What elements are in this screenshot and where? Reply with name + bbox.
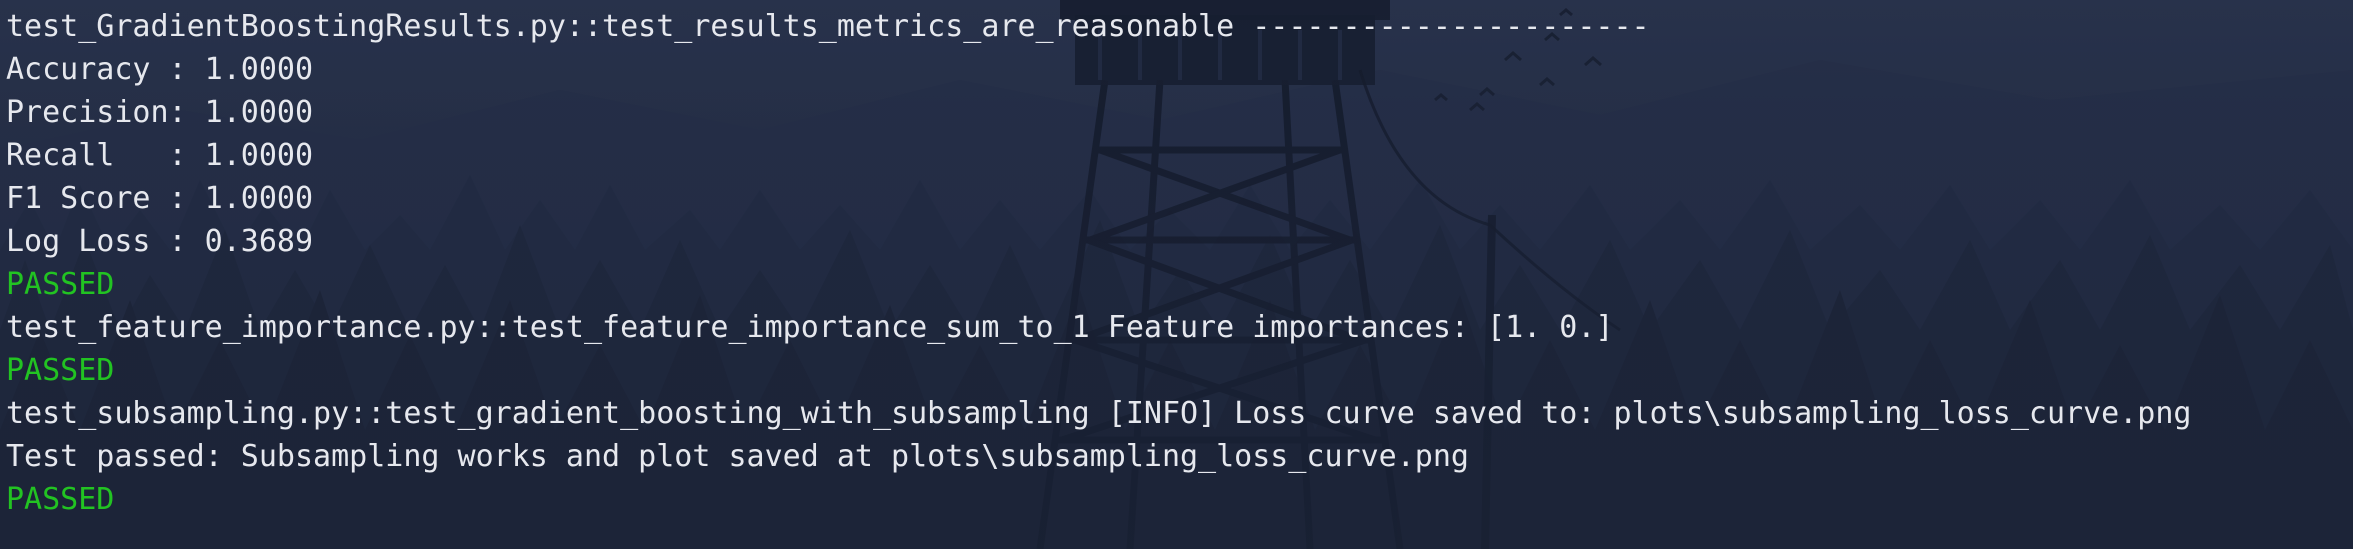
passed-status: PASSED <box>6 353 115 388</box>
terminal-line-subsampling-info: test_subsampling.py::test_gradient_boost… <box>6 396 2192 431</box>
terminal-line-accuracy: Accuracy : 1.0000 <box>6 52 314 87</box>
terminal-line-recall: Recall : 1.0000 <box>6 138 314 173</box>
terminal-line-precision: Precision: 1.0000 <box>6 95 314 130</box>
terminal-line-f1-score: F1 Score : 1.0000 <box>6 181 314 216</box>
terminal-line-subsampling-result: Test passed: Subsampling works and plot … <box>6 439 1469 474</box>
passed-status: PASSED <box>6 482 115 517</box>
passed-status: PASSED <box>6 267 115 302</box>
terminal-output: test_GradientBoostingResults.py::test_re… <box>6 5 2191 521</box>
terminal-line-log-loss: Log Loss : 0.3689 <box>6 224 314 259</box>
terminal-line-feature-importance: test_feature_importance.py::test_feature… <box>6 310 1614 345</box>
terminal-line-header: test_GradientBoostingResults.py::test_re… <box>6 9 1650 44</box>
